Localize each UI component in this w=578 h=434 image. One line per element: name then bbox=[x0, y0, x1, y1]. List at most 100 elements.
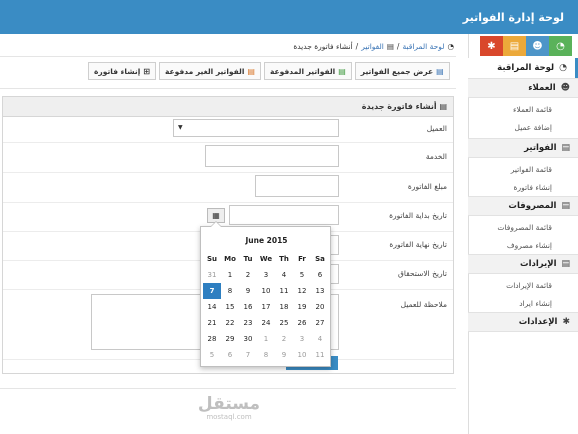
breadcrumb-dashboard[interactable]: لوحة المراقبة bbox=[402, 42, 444, 51]
breadcrumb-invoices[interactable]: الفواتير bbox=[361, 42, 384, 51]
calendar-day[interactable]: 6 bbox=[221, 347, 239, 363]
row-divider bbox=[3, 142, 453, 143]
client-select[interactable]: ▼ bbox=[173, 119, 339, 137]
sidebar-item-create-expense[interactable]: إنشاء مصروف bbox=[468, 236, 578, 254]
unpaid-invoices-button[interactable]: الفواتير الغير مدفوعة ▤ bbox=[158, 62, 261, 80]
start-date-field[interactable] bbox=[229, 205, 339, 225]
calendar-day[interactable]: 12 bbox=[293, 283, 311, 299]
all-invoices-button[interactable]: عرض جميع الفواتير ▤ bbox=[354, 62, 450, 80]
sidebar-item-create-revenue[interactable]: إنشاء ايراد bbox=[468, 294, 578, 312]
calendar-day[interactable]: 6 bbox=[311, 267, 329, 283]
start-date-label: تاريخ بداية الفاتورة bbox=[389, 211, 447, 220]
calendar-day[interactable]: 22 bbox=[221, 315, 239, 331]
watermark-arabic: مستقل bbox=[197, 394, 261, 414]
button-label: عرض جميع الفواتير bbox=[360, 66, 434, 76]
sidebar-item-revenues[interactable]: الإيرادات ▤ bbox=[468, 254, 578, 274]
gauge-tile-icon[interactable]: ◔ bbox=[549, 36, 572, 56]
create-invoice-button[interactable]: إنشاء فاتورة ⊞ bbox=[88, 62, 156, 80]
calendar-day[interactable]: 30 bbox=[239, 331, 257, 347]
sidebar-item-invoice-list[interactable]: قائمة الفواتير bbox=[468, 160, 578, 178]
sidebar-item-add-client[interactable]: إضافة عميل bbox=[468, 118, 578, 136]
sidebar-item-clients[interactable]: العملاء ☻ bbox=[468, 78, 578, 98]
calendar-day[interactable]: 26 bbox=[293, 315, 311, 331]
calendar-day[interactable]: 4 bbox=[311, 331, 329, 347]
calendar-day[interactable]: 9 bbox=[275, 347, 293, 363]
calendar-day[interactable]: 16 bbox=[239, 299, 257, 315]
weekday-header: Mo bbox=[224, 255, 236, 263]
calendar-day[interactable]: 13 bbox=[311, 283, 329, 299]
calendar-day[interactable]: 1 bbox=[221, 267, 239, 283]
weekday-header: We bbox=[259, 255, 273, 263]
datepicker-month[interactable]: June 2015 bbox=[201, 236, 332, 245]
calendar-day[interactable]: 31 bbox=[203, 267, 221, 283]
calendar-day[interactable]: 29 bbox=[221, 331, 239, 347]
calendar-day[interactable]: 10 bbox=[293, 347, 311, 363]
weekday-header: Fr bbox=[298, 255, 306, 263]
calendar-day[interactable]: 5 bbox=[293, 267, 311, 283]
sidebar-item-create-invoice[interactable]: إنشاء فاتورة bbox=[468, 178, 578, 196]
clipboard-icon: ▤ bbox=[439, 102, 447, 111]
breadcrumb-current: أنشاء فاتورة جديدة bbox=[293, 42, 353, 51]
calendar-day[interactable]: 21 bbox=[203, 315, 221, 331]
calendar-day[interactable]: 28 bbox=[203, 331, 221, 347]
weekday-header: Tu bbox=[243, 255, 253, 263]
sidebar-item-invoices[interactable]: الفواتير ▤ bbox=[468, 138, 578, 158]
watermark-logo: مستقل mostaql.com bbox=[164, 395, 294, 425]
users-tile-icon[interactable]: ☻ bbox=[526, 36, 549, 56]
divider bbox=[0, 88, 456, 89]
calendar-day[interactable]: 23 bbox=[239, 315, 257, 331]
amount-field[interactable] bbox=[255, 175, 339, 197]
sidebar-item-label: لوحة المراقبة bbox=[497, 63, 555, 73]
calendar-day[interactable]: 15 bbox=[221, 299, 239, 315]
sidebar-item-settings[interactable]: الإعدادات ✱ bbox=[468, 312, 578, 332]
sidebar-item-expense-list[interactable]: قائمة المصروفات bbox=[468, 218, 578, 236]
calendar-day[interactable]: 3 bbox=[257, 267, 275, 283]
calendar-day[interactable]: 8 bbox=[221, 283, 239, 299]
calendar-day[interactable]: 25 bbox=[275, 315, 293, 331]
breadcrumb: أنشاء فاتورة جديدة / الفواتير ▤ / لوحة ا… bbox=[293, 42, 454, 51]
sidebar-item-label: الفواتير bbox=[524, 143, 557, 153]
calendar-day[interactable]: 2 bbox=[275, 331, 293, 347]
sidebar-item-client-list[interactable]: قائمة العملاء bbox=[468, 100, 578, 118]
calendar-day[interactable]: 5 bbox=[203, 347, 221, 363]
button-label: إنشاء فاتورة bbox=[94, 66, 141, 76]
calendar-day[interactable]: 3 bbox=[293, 331, 311, 347]
calendar-day[interactable]: 20 bbox=[311, 299, 329, 315]
calendar-day[interactable]: 1 bbox=[257, 331, 275, 347]
sidebar-item-dashboard[interactable]: لوحة المراقبة ◔ bbox=[468, 58, 578, 78]
calendar-day[interactable]: 14 bbox=[203, 299, 221, 315]
end-date-label: تاريخ نهاية الفاتورة bbox=[389, 240, 447, 249]
service-field[interactable] bbox=[205, 145, 339, 167]
dashboard-icon: ◔ bbox=[447, 42, 454, 51]
sidebar-item-revenue-list[interactable]: قائمة الإيرادات bbox=[468, 276, 578, 294]
calendar-day[interactable]: 24 bbox=[257, 315, 275, 331]
calendar-day[interactable]: 2 bbox=[239, 267, 257, 283]
calendar-day[interactable]: 9 bbox=[239, 283, 257, 299]
calendar-day[interactable]: 11 bbox=[311, 347, 329, 363]
client-label: العميل bbox=[426, 124, 447, 133]
breadcrumb-separator: / bbox=[396, 42, 400, 51]
calendar-day[interactable]: 4 bbox=[275, 267, 293, 283]
calendar-day[interactable]: 10 bbox=[257, 283, 275, 299]
calendar-day[interactable]: 7 bbox=[203, 283, 221, 299]
clipboard-tile-icon[interactable]: ▤ bbox=[503, 36, 526, 56]
sidebar-item-expenses[interactable]: المصروفات ▤ bbox=[468, 196, 578, 216]
panel-title-text: أنشاء فاتورة جديدة bbox=[361, 102, 437, 111]
clipboard-icon: ▤ bbox=[561, 201, 570, 211]
dashboard-icon: ◔ bbox=[559, 63, 567, 73]
breadcrumb-separator: / bbox=[355, 42, 359, 51]
calendar-day[interactable]: 17 bbox=[257, 299, 275, 315]
calendar-day[interactable]: 18 bbox=[275, 299, 293, 315]
amount-label: مبلغ الفاتورة bbox=[407, 182, 447, 191]
top-header: لوحة إدارة الفواتير bbox=[0, 0, 578, 34]
sidebar-item-label: الإيرادات bbox=[520, 259, 557, 269]
settings-tile-icon[interactable]: ✱ bbox=[480, 36, 503, 56]
calendar-day[interactable]: 27 bbox=[311, 315, 329, 331]
paid-invoices-button[interactable]: الفواتير المدفوعة ▤ bbox=[263, 62, 352, 80]
row-divider bbox=[3, 172, 453, 173]
calendar-day[interactable]: 19 bbox=[293, 299, 311, 315]
calendar-day[interactable]: 11 bbox=[275, 283, 293, 299]
calendar-day[interactable]: 8 bbox=[257, 347, 275, 363]
calendar-day[interactable]: 7 bbox=[239, 347, 257, 363]
divider bbox=[0, 388, 456, 389]
